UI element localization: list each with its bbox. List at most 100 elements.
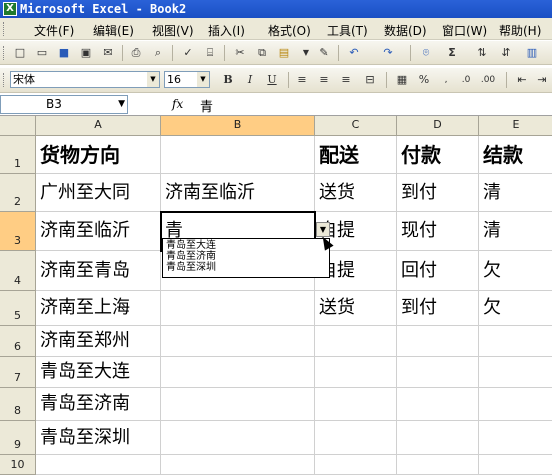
research-icon[interactable]: ⌸ (202, 45, 218, 61)
column-header-b[interactable]: B (161, 116, 315, 136)
cell-e10[interactable] (479, 455, 552, 475)
cell-d7[interactable] (397, 357, 479, 388)
cell-e5[interactable]: 欠 (479, 291, 552, 326)
italic-button[interactable]: I (242, 72, 258, 88)
autosum-icon[interactable]: Σ (444, 45, 460, 61)
bold-button[interactable]: B (220, 72, 236, 88)
menu-help[interactable]: 帮助(H) (499, 22, 541, 39)
cell-a6[interactable]: 济南至郑州 (36, 326, 161, 357)
column-header-d[interactable]: D (397, 116, 479, 136)
menu-edit[interactable]: 编辑(E) (93, 22, 134, 39)
cell-a3[interactable]: 济南至临沂 (36, 212, 161, 251)
cell-b7[interactable] (161, 357, 315, 388)
menu-window[interactable]: 窗口(W) (442, 22, 487, 39)
cell-e6[interactable] (479, 326, 552, 357)
row-header-4[interactable]: 4 (0, 251, 36, 291)
cell-c1[interactable]: 配送 (315, 136, 397, 174)
menu-insert[interactable]: 插入(I) (208, 22, 245, 39)
menu-format[interactable]: 格式(O) (268, 22, 311, 39)
formula-input[interactable]: 青 (200, 96, 213, 115)
font-size-select[interactable]: 16 ▼ (164, 71, 210, 88)
row-header-8[interactable]: 8 (0, 388, 36, 421)
decrease-indent-icon[interactable]: ⇤ (514, 72, 530, 88)
cell-c5[interactable]: 送货 (315, 291, 397, 326)
spelling-icon[interactable]: ✓ (180, 45, 196, 61)
cell-c8[interactable] (315, 388, 397, 421)
cell-a8[interactable]: 青岛至济南 (36, 388, 161, 421)
print-icon[interactable]: ⎙ (128, 45, 144, 61)
cell-d8[interactable] (397, 388, 479, 421)
cell-a5[interactable]: 济南至上海 (36, 291, 161, 326)
print-preview-icon[interactable]: ⌕ (150, 45, 166, 61)
menu-file[interactable]: 文件(F) (34, 22, 74, 39)
redo-icon[interactable]: ↷ (380, 45, 396, 61)
save-icon[interactable]: ■ (56, 45, 72, 61)
font-name-select[interactable]: 宋体 ▼ (10, 71, 160, 88)
copy-icon[interactable]: ⧉ (254, 45, 270, 61)
percent-icon[interactable]: % (416, 72, 432, 88)
cell-b10[interactable] (161, 455, 315, 475)
cell-c2[interactable]: 送货 (315, 174, 397, 212)
function-icon[interactable]: fx (172, 97, 183, 111)
cell-e7[interactable] (479, 357, 552, 388)
row-header-2[interactable]: 2 (0, 174, 36, 212)
cell-a1[interactable]: 货物方向 (36, 136, 161, 174)
comma-style-icon[interactable]: , (438, 72, 454, 88)
cell-e4[interactable]: 欠 (479, 251, 552, 291)
align-right-icon[interactable]: ≡ (338, 72, 354, 88)
menu-view[interactable]: 视图(V) (152, 22, 194, 39)
name-box[interactable]: B3 ▼ (0, 95, 128, 114)
cell-d4[interactable]: 回付 (397, 251, 479, 291)
chevron-down-icon[interactable]: ▼ (197, 72, 209, 87)
chevron-down-icon[interactable]: ▼ (118, 96, 125, 113)
cell-a7[interactable]: 青岛至大连 (36, 357, 161, 388)
row-header-9[interactable]: 9 (0, 421, 36, 455)
cell-a9[interactable]: 青岛至深圳 (36, 421, 161, 455)
cell-e3[interactable]: 清 (479, 212, 552, 251)
sort-ascending-icon[interactable]: ⇅ (474, 45, 490, 61)
decrease-decimal-icon[interactable]: .00 (480, 72, 496, 88)
paste-icon[interactable]: ▤ (276, 45, 292, 61)
cell-d9[interactable] (397, 421, 479, 455)
undo-icon[interactable]: ↶ (346, 45, 362, 61)
chart-wizard-icon[interactable]: ▥ (524, 45, 540, 61)
increase-decimal-icon[interactable]: .0 (458, 72, 474, 88)
cell-c6[interactable] (315, 326, 397, 357)
cell-b2[interactable]: 济南至临沂 (161, 174, 315, 212)
format-painter-icon[interactable]: ✎ (316, 45, 332, 61)
cell-d1[interactable]: 付款 (397, 136, 479, 174)
chevron-down-icon[interactable]: ▼ (147, 72, 159, 87)
validation-list-item[interactable]: 青岛至大连 (166, 240, 326, 251)
merge-center-icon[interactable]: ⊟ (362, 72, 378, 88)
sort-descending-icon[interactable]: ⇵ (498, 45, 514, 61)
cell-a4[interactable]: 济南至青岛 (36, 251, 161, 291)
menu-data[interactable]: 数据(D) (384, 22, 427, 39)
cell-d3[interactable]: 现付 (397, 212, 479, 251)
cell-a2[interactable]: 广州至大同 (36, 174, 161, 212)
row-header-7[interactable]: 7 (0, 357, 36, 388)
currency-icon[interactable]: ▦ (394, 72, 410, 88)
row-header-6[interactable]: 6 (0, 326, 36, 357)
cell-c7[interactable] (315, 357, 397, 388)
cell-d10[interactable] (397, 455, 479, 475)
column-header-a[interactable]: A (36, 116, 161, 136)
cell-e2[interactable]: 清 (479, 174, 552, 212)
cell-d6[interactable] (397, 326, 479, 357)
cell-b8[interactable] (161, 388, 315, 421)
align-left-icon[interactable]: ≡ (294, 72, 310, 88)
validation-dropdown-button[interactable]: ▼ (316, 222, 330, 237)
cell-e9[interactable] (479, 421, 552, 455)
cell-b5[interactable] (161, 291, 315, 326)
menu-tools[interactable]: 工具(T) (327, 22, 368, 39)
column-header-c[interactable]: C (315, 116, 397, 136)
underline-button[interactable]: U (264, 72, 280, 88)
cell-e1[interactable]: 结款 (479, 136, 552, 174)
cut-icon[interactable]: ✂ (232, 45, 248, 61)
paste-dropdown-icon[interactable]: ▼ (298, 45, 314, 61)
email-icon[interactable]: ✉ (100, 45, 116, 61)
validation-list-item[interactable]: 青岛至深圳 (166, 262, 326, 273)
open-icon[interactable]: ▭ (34, 45, 50, 61)
align-center-icon[interactable]: ≡ (316, 72, 332, 88)
cell-d5[interactable]: 到付 (397, 291, 479, 326)
row-header-10[interactable]: 10 (0, 455, 36, 475)
